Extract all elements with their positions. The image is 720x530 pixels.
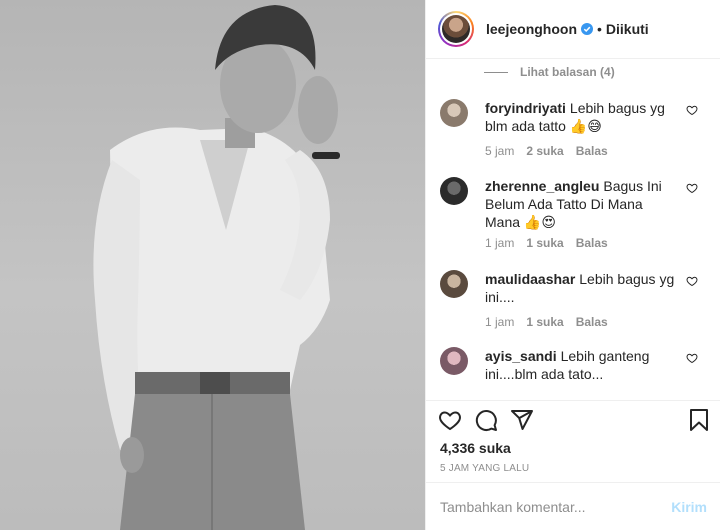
view-replies-label: Lihat balasan (4) — [520, 65, 615, 79]
commenter-avatar[interactable] — [440, 99, 468, 127]
commenter-username[interactable]: foryindriyati — [485, 100, 566, 116]
post-actions — [426, 400, 720, 436]
comment-meta: 1 jam 1 suka Balas — [485, 315, 608, 329]
comment-like-count[interactable]: 1 suka — [526, 315, 563, 329]
reply-button[interactable]: Balas — [576, 236, 608, 250]
comment-icon[interactable] — [474, 408, 498, 432]
verified-badge-icon — [581, 23, 593, 35]
post-timestamp: 5 JAM YANG LALU — [440, 463, 530, 474]
comment-heart-icon[interactable] — [686, 104, 698, 116]
commenter-avatar[interactable] — [440, 347, 468, 375]
add-comment-bar: Kirim — [426, 482, 720, 530]
comment-heart-icon[interactable] — [686, 352, 698, 364]
comments-list[interactable]: Lihat balasan (4) foryindriyati Lebih bag… — [426, 59, 720, 400]
comment-input[interactable] — [440, 498, 672, 515]
send-comment-button[interactable]: Kirim — [671, 499, 707, 515]
comment-time: 1 jam — [485, 236, 515, 250]
photo-illustration — [93, 5, 340, 530]
following-button[interactable]: Diikuti — [606, 21, 649, 37]
like-count[interactable]: 4,336 suka — [440, 440, 511, 456]
post-side-panel: leejeonghoon • Diikuti Lihat balasan (4)… — [425, 0, 720, 530]
comment-heart-icon[interactable] — [686, 182, 698, 194]
post-header: leejeonghoon • Diikuti — [426, 0, 720, 59]
comment-like-count[interactable]: 2 suka — [526, 144, 563, 158]
separator-dot: • — [597, 21, 602, 37]
commenter-avatar[interactable] — [440, 270, 468, 298]
heart-icon[interactable] — [438, 408, 462, 432]
comment-time: 1 jam — [485, 315, 515, 329]
comment-time: 5 jam — [485, 144, 515, 158]
comment-meta: 5 jam 2 suka Balas — [485, 144, 608, 158]
commenter-username[interactable]: zherenne_angleu — [485, 178, 599, 194]
view-replies-link[interactable]: Lihat balasan (4) — [484, 65, 615, 79]
commenter-username[interactable]: maulidaashar — [485, 271, 575, 287]
reply-button[interactable]: Balas — [576, 144, 608, 158]
paper-plane-icon[interactable] — [510, 408, 534, 432]
commenter-username[interactable]: ayis_sandi — [485, 348, 557, 364]
author-avatar[interactable] — [438, 11, 474, 47]
post-photo[interactable] — [0, 0, 425, 530]
replies-divider — [484, 71, 508, 73]
bookmark-icon[interactable] — [687, 408, 711, 432]
author-username[interactable]: leejeonghoon — [486, 21, 577, 37]
comment-heart-icon[interactable] — [686, 275, 698, 287]
comment-meta: 1 jam 1 suka Balas — [485, 236, 608, 250]
comment-like-count[interactable]: 1 suka — [526, 236, 563, 250]
commenter-avatar[interactable] — [440, 177, 468, 205]
reply-button[interactable]: Balas — [576, 315, 608, 329]
